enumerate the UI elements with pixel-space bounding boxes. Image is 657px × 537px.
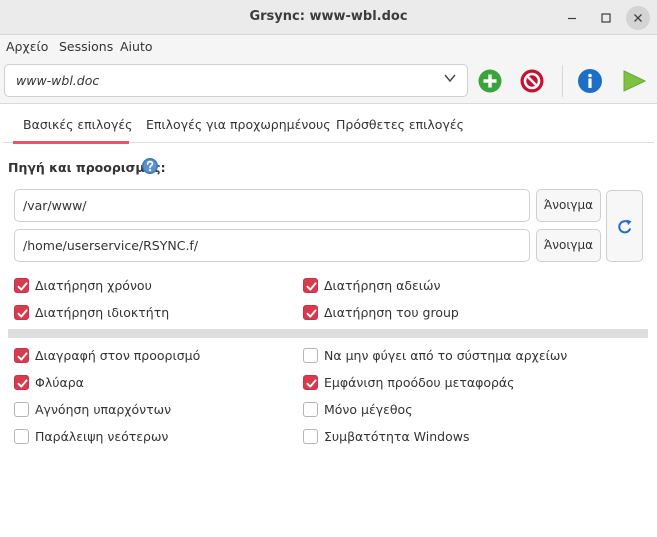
title-bar: Grsync: www-wbl.doc	[0, 0, 657, 35]
tab-advanced[interactable]: Επιλογές για προχωρημένους	[146, 117, 331, 132]
option-label: Διαγραφή στον προορισμό	[35, 348, 201, 363]
option-label: Αγνόηση υπαρχόντων	[35, 402, 172, 417]
option-label: Διατήρηση ιδιοκτήτη	[35, 305, 170, 320]
maximize-icon	[601, 13, 611, 23]
menu-file[interactable]: Αρχείο	[6, 39, 48, 54]
source-path-value: /var/www/	[23, 198, 87, 213]
destination-path-field[interactable]: /home/userservice/RSYNC.f/	[14, 229, 530, 262]
check-icon	[306, 282, 317, 291]
check-icon	[17, 352, 28, 361]
stop-circle-icon[interactable]	[518, 67, 546, 95]
option-label: Διατήρηση αδειών	[324, 278, 441, 293]
option-label: Παράλειψη νεότερων	[35, 429, 169, 444]
checkbox[interactable]	[303, 375, 318, 390]
menu-help[interactable]: Aiuto	[120, 39, 153, 54]
source-path-field[interactable]: /var/www/	[14, 189, 530, 222]
check-icon	[17, 282, 28, 291]
session-select[interactable]: www-wbl.doc	[4, 64, 468, 97]
checkbox[interactable]	[303, 305, 318, 320]
tab-basic[interactable]: Βασικές επιλογές	[23, 117, 132, 132]
plus-circle-icon[interactable]	[476, 67, 504, 95]
option-label: Φλύαρα	[35, 375, 84, 390]
check-icon	[17, 379, 28, 388]
checkbox[interactable]	[14, 278, 29, 293]
option-label: Διατήρηση του group	[324, 305, 459, 320]
checkbox[interactable]	[303, 278, 318, 293]
close-icon	[634, 14, 642, 22]
checkbox[interactable]	[14, 402, 29, 417]
option-label: Συμβατότητα Windows	[324, 429, 470, 444]
checkbox[interactable]	[14, 305, 29, 320]
close-button[interactable]	[626, 6, 650, 30]
separator	[8, 329, 648, 338]
checkbox[interactable]	[303, 348, 318, 363]
open-source-button[interactable]: Άνοιγμα	[536, 189, 601, 222]
minimize-button[interactable]	[560, 6, 584, 30]
toolbar: www-wbl.doc	[0, 59, 657, 104]
swap-paths-button[interactable]	[606, 190, 643, 262]
check-icon	[17, 309, 28, 318]
chevron-down-icon	[444, 74, 456, 83]
info-icon[interactable]	[576, 67, 604, 95]
checkbox[interactable]	[14, 429, 29, 444]
maximize-button[interactable]	[594, 6, 618, 30]
menu-bar: Αρχείο Sessions Aiuto	[0, 35, 657, 59]
session-value: www-wbl.doc	[16, 73, 100, 88]
checkbox[interactable]	[303, 429, 318, 444]
check-icon	[306, 379, 317, 388]
checkbox[interactable]	[14, 348, 29, 363]
toolbar-separator	[562, 65, 563, 97]
help-icon[interactable]	[141, 157, 159, 175]
refresh-icon	[618, 219, 632, 234]
option-label: Διατήρηση χρόνου	[35, 278, 152, 293]
tab-bar: Βασικές επιλογές Επιλογές για προχωρημέν…	[3, 105, 654, 144]
minimize-icon	[568, 17, 576, 20]
checkbox[interactable]	[303, 402, 318, 417]
tab-extra[interactable]: Πρόσθετες επιλογές	[336, 117, 464, 132]
option-label: Μόνο μέγεθος	[324, 402, 413, 417]
destination-path-value: /home/userservice/RSYNC.f/	[23, 238, 199, 253]
option-label: Να μην φύγει από το σύστημα αρχείων	[324, 348, 568, 363]
open-destination-button[interactable]: Άνοιγμα	[536, 229, 601, 262]
play-icon[interactable]	[620, 67, 648, 95]
checkbox[interactable]	[14, 375, 29, 390]
check-icon	[306, 309, 317, 318]
option-label: Εμφάνιση προόδου μεταφοράς	[324, 375, 515, 390]
menu-sessions[interactable]: Sessions	[59, 39, 113, 54]
window-title: Grsync: www-wbl.doc	[249, 9, 408, 24]
